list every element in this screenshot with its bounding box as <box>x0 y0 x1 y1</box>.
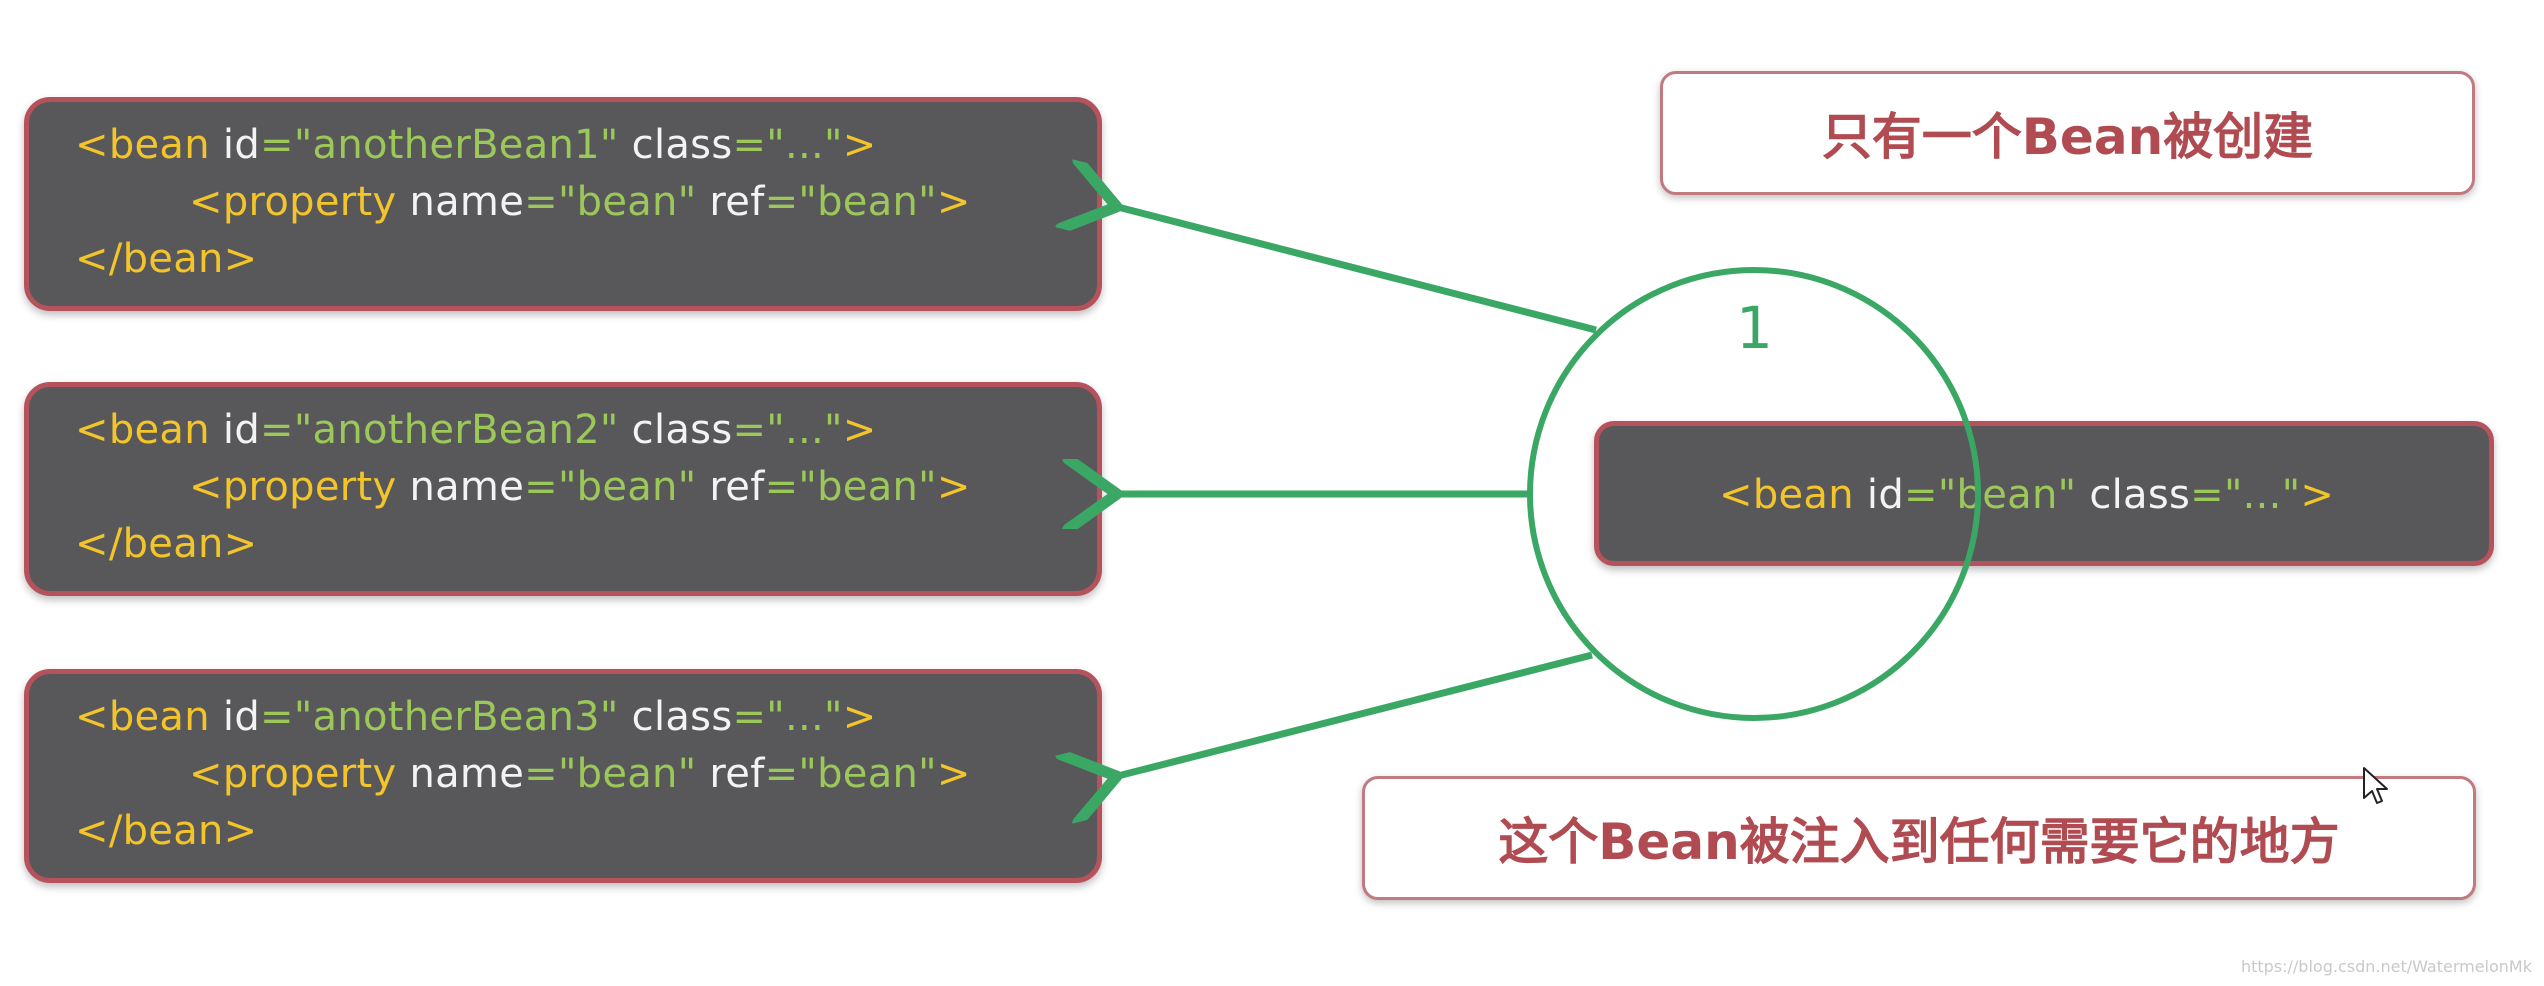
note-single-bean-created: 只有一个Bean被创建 <box>1660 71 2475 195</box>
id-value: "anotherBean1" <box>293 122 619 168</box>
singleton-bean-box: <bean id="bean" class="..."> <box>1594 421 2494 566</box>
instance-count-label: 1 <box>1736 294 1773 362</box>
note-bean-injected: 这个Bean被注入到任何需要它的地方 <box>1362 776 2476 900</box>
equals: = <box>732 694 767 740</box>
class-attr: class <box>631 407 733 453</box>
class-value: "..." <box>2223 472 2301 518</box>
class-value: "..." <box>766 407 843 453</box>
equals: = <box>524 179 558 225</box>
class-value: "..." <box>766 122 843 168</box>
ref-value: "bean" <box>798 751 937 797</box>
ref-value: "bean" <box>798 179 937 225</box>
property-close: > <box>936 464 971 510</box>
equals: = <box>260 122 294 168</box>
name-attr: name <box>409 751 525 797</box>
note-bottom-text: 这个Bean被注入到任何需要它的地方 <box>1498 813 2340 871</box>
watermark: https://blog.csdn.net/WatermelonMk <box>2240 957 2532 976</box>
equals: = <box>732 122 767 168</box>
name-attr: name <box>409 179 525 225</box>
id-value: "bean" <box>1937 472 2077 518</box>
tag-close: > <box>842 407 877 453</box>
bean-end-tag: </bean> <box>75 236 258 282</box>
equals: = <box>732 407 767 453</box>
consumer-bean-box-3: <bean id="anotherBean3" class="..."> <pr… <box>24 669 1102 883</box>
arrow-left-icon <box>1110 205 1597 334</box>
tag-close: > <box>842 694 877 740</box>
class-value: "..." <box>766 694 843 740</box>
consumer-bean-box-2: <bean id="anotherBean2" class="..."> <pr… <box>24 382 1102 596</box>
tag-open: <bean <box>1719 472 1867 518</box>
tag-close: > <box>842 122 877 168</box>
ref-attr: ref <box>709 751 765 797</box>
id-value: "anotherBean2" <box>293 407 619 453</box>
property-line: <property name="bean" ref="bean"> <box>189 177 971 227</box>
name-value: "bean" <box>557 751 697 797</box>
id-attr: id <box>1866 472 1905 518</box>
property-line: <property name="bean" ref="bean"> <box>189 462 971 512</box>
equals: = <box>764 179 799 225</box>
singleton-bean-line: <bean id="bean" class="..."> <box>1719 470 2334 520</box>
equals: = <box>524 464 558 510</box>
property-close: > <box>936 751 971 797</box>
arrow-left-icon <box>1110 651 1593 778</box>
ref-attr: ref <box>709 179 765 225</box>
name-value: "bean" <box>557 179 697 225</box>
tag-open: <bean <box>75 122 223 168</box>
tag-open: <bean <box>75 407 223 453</box>
property-line: <property name="bean" ref="bean"> <box>189 749 971 799</box>
bean-open-line: <bean id="anotherBean2" class="..."> <box>75 405 877 455</box>
ref-attr: ref <box>709 464 765 510</box>
consumer-bean-box-1: <bean id="anotherBean1" class="..."> <pr… <box>24 97 1102 311</box>
bean-end-tag: </bean> <box>75 521 258 567</box>
class-attr: class <box>631 694 733 740</box>
tag-open: <bean <box>75 694 223 740</box>
id-value: "anotherBean3" <box>293 694 619 740</box>
bean-open-line: <bean id="anotherBean3" class="..."> <box>75 692 877 742</box>
property-open: <property <box>189 751 410 797</box>
tag-close: > <box>2300 472 2335 518</box>
property-open: <property <box>189 179 410 225</box>
equals: = <box>764 751 799 797</box>
equals: = <box>764 464 799 510</box>
equals: = <box>524 751 558 797</box>
bean-open-line: <bean id="anotherBean1" class="..."> <box>75 120 877 170</box>
equals: = <box>260 407 294 453</box>
class-attr: class <box>631 122 733 168</box>
id-attr: id <box>222 407 261 453</box>
mouse-cursor-icon <box>2363 767 2388 804</box>
ref-value: "bean" <box>798 464 937 510</box>
name-attr: name <box>409 464 525 510</box>
class-attr: class <box>2089 472 2191 518</box>
equals: = <box>1904 472 1938 518</box>
property-open: <property <box>189 464 410 510</box>
equals: = <box>2190 472 2224 518</box>
property-close: > <box>936 179 971 225</box>
name-value: "bean" <box>557 464 697 510</box>
bean-end-tag: </bean> <box>75 808 258 854</box>
id-attr: id <box>222 694 261 740</box>
note-top-text: 只有一个Bean被创建 <box>1821 108 2314 166</box>
id-attr: id <box>222 122 261 168</box>
equals: = <box>260 694 294 740</box>
